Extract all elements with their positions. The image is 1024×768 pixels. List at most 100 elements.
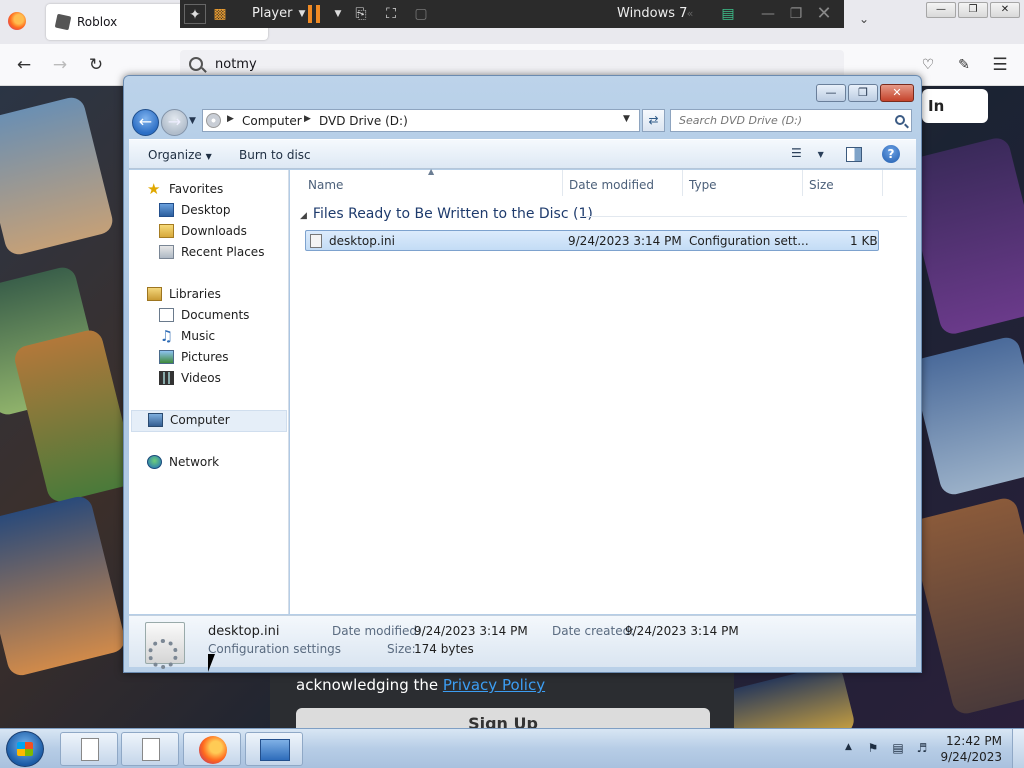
nav-item-libraries[interactable]: Libraries <box>147 285 277 305</box>
minimize-button[interactable]: — <box>816 84 846 102</box>
login-button-label: In <box>928 97 945 115</box>
help-icon[interactable]: ? <box>882 145 900 163</box>
nav-item-network[interactable]: Network <box>147 453 277 473</box>
search-box[interactable] <box>670 109 912 132</box>
url-input-text[interactable]: notmy <box>215 57 257 72</box>
privacy-policy-link[interactable]: Privacy Policy <box>443 676 545 694</box>
recent-pages-chevron-icon[interactable]: ▼ <box>189 116 196 126</box>
show-hidden-icons-icon[interactable]: ▲ <box>845 742 852 752</box>
nav-item-music[interactable]: ♫ Music <box>159 327 279 347</box>
breadcrumb-separator-icon[interactable]: ▶ <box>304 114 311 124</box>
nav-item-downloads[interactable]: Downloads <box>159 222 279 242</box>
nav-item-desktop[interactable]: Desktop <box>159 201 279 221</box>
column-divider[interactable] <box>882 170 883 196</box>
login-button[interactable]: In <box>922 89 988 123</box>
nav-item-favorites[interactable]: ★ Favorites <box>147 180 277 200</box>
file-date-modified: 9/24/2023 3:14 PM <box>568 234 682 248</box>
pause-icon[interactable] <box>308 5 322 23</box>
tab-list-chevron-icon[interactable]: ⌄ <box>855 12 873 30</box>
group-header-label: Files Ready to Be Written to the Disc (1… <box>312 206 593 222</box>
close-button[interactable]: ✕ <box>880 84 914 102</box>
burn-to-disc-button[interactable]: Burn to disc <box>239 148 311 162</box>
group-header[interactable]: ◢ Files Ready to Be Written to the Disc (… <box>300 206 593 222</box>
full-screen-icon[interactable]: ⛶ <box>380 4 402 24</box>
address-dropdown-icon[interactable]: ▼ <box>623 114 630 124</box>
column-divider[interactable] <box>562 170 563 196</box>
breadcrumb-separator-icon[interactable]: ▶ <box>227 114 234 124</box>
taskbar-item-notepad-1[interactable] <box>60 732 118 766</box>
unity-icon[interactable]: ▢ <box>410 4 432 24</box>
refresh-button[interactable]: ⇄ <box>642 109 665 132</box>
nav-item-computer[interactable]: Computer <box>131 410 287 432</box>
notes-icon[interactable]: ▤ <box>718 4 738 24</box>
pocket-icon[interactable]: ♡ <box>917 54 939 76</box>
tab-title: Roblox <box>77 15 118 29</box>
search-icon[interactable] <box>895 115 905 125</box>
back-arrow-icon[interactable]: ← <box>13 54 35 76</box>
back-button[interactable]: ← <box>132 109 159 136</box>
details-date-modified-label: Date modified: <box>332 624 422 638</box>
clock-time[interactable]: 12:42 PM <box>940 734 1002 748</box>
file-list-pane: Name ▲ Date modified Type Size ◢ Files Re… <box>290 167 916 614</box>
nav-item-videos[interactable]: Videos <box>159 369 279 389</box>
details-file-type: Configuration settings <box>208 642 342 656</box>
breadcrumb-computer[interactable]: Computer <box>242 114 302 128</box>
browser-minimize-button[interactable]: — <box>926 2 956 18</box>
organize-button[interactable]: Organize ▼ <box>148 148 212 162</box>
reload-icon[interactable]: ↻ <box>85 54 107 76</box>
pictures-icon <box>159 350 174 364</box>
nav-item-documents[interactable]: Documents <box>159 306 279 326</box>
search-input[interactable] <box>671 110 886 131</box>
column-header-type[interactable]: Type <box>689 178 717 192</box>
details-file-name: desktop.ini <box>208 624 280 639</box>
start-button[interactable] <box>6 731 44 767</box>
collapse-group-icon[interactable]: ◢ <box>300 211 307 221</box>
change-view-button[interactable]: ☰ ▼ <box>791 146 831 164</box>
nav-item-pictures[interactable]: Pictures <box>159 348 279 368</box>
show-desktop-button[interactable] <box>1012 729 1024 768</box>
game-thumbnail <box>907 495 1024 717</box>
signup-button[interactable]: Sign Up <box>296 708 710 728</box>
column-divider[interactable] <box>802 170 803 196</box>
power-menu-chevron-icon[interactable]: ▼ <box>332 4 344 24</box>
pin-icon[interactable]: ✦ <box>184 4 206 24</box>
table-row[interactable]: desktop.ini 9/24/2023 3:14 PM Configurat… <box>305 230 879 251</box>
breadcrumb-dvd-drive[interactable]: DVD Drive (D:) <box>319 114 408 128</box>
vm-minimize-icon[interactable]: — <box>758 4 778 24</box>
player-menu-chevron-icon[interactable]: ▼ <box>296 4 308 24</box>
collapse-icon[interactable]: « <box>680 4 700 24</box>
forward-button[interactable]: → <box>161 109 188 136</box>
vm-restore-icon[interactable]: ❐ <box>786 4 806 24</box>
clock-date[interactable]: 9/24/2023 <box>940 750 1002 764</box>
browser-close-button[interactable]: ✕ <box>990 2 1020 18</box>
vmware-toolbar: ✦ ▩ Player ▼ ▼ ⎘ ⛶ ▢ Windows 7 « ▤ — ❐ ✕ <box>180 0 844 28</box>
browser-maximize-button[interactable]: ❐ <box>958 2 988 18</box>
column-header-name[interactable]: Name <box>308 178 343 192</box>
details-date-created: 9/24/2023 3:14 PM <box>625 624 739 638</box>
network-icon[interactable]: ▤ <box>891 741 905 755</box>
player-menu[interactable]: Player <box>252 6 292 21</box>
roblox-favicon-icon <box>54 13 72 31</box>
legal-notice: acknowledging the Privacy Policy <box>296 676 545 694</box>
extensions-icon[interactable]: ✎ <box>953 54 975 76</box>
column-header-size[interactable]: Size <box>809 178 834 192</box>
nav-item-label: Pictures <box>181 350 229 364</box>
preview-pane-icon[interactable] <box>846 147 862 162</box>
explorer-icon <box>260 739 290 761</box>
nav-item-recent-places[interactable]: Recent Places <box>159 243 284 263</box>
action-center-flag-icon[interactable]: ⚑ <box>866 741 880 755</box>
taskbar-item-explorer[interactable] <box>245 732 303 766</box>
menu-hamburger-icon[interactable]: ☰ <box>989 54 1011 76</box>
send-ctrl-alt-del-icon[interactable]: ⎘ <box>350 4 372 24</box>
volume-icon[interactable]: ♬ <box>915 741 929 755</box>
vm-close-icon[interactable]: ✕ <box>814 4 834 24</box>
taskbar-item-firefox[interactable] <box>183 732 241 766</box>
nav-item-label: Computer <box>170 413 230 427</box>
column-header-date-modified[interactable]: Date modified <box>569 178 654 192</box>
column-divider[interactable] <box>682 170 683 196</box>
address-bar[interactable]: ▶ Computer ▶ DVD Drive (D:) ▼ <box>202 109 640 132</box>
maximize-button[interactable]: ❐ <box>848 84 878 102</box>
taskbar-item-notepad-2[interactable] <box>121 732 179 766</box>
forward-arrow-icon[interactable]: → <box>49 54 71 76</box>
taskbar: ▲ ⚑ ▤ ♬ 12:42 PM 9/24/2023 <box>0 728 1024 768</box>
